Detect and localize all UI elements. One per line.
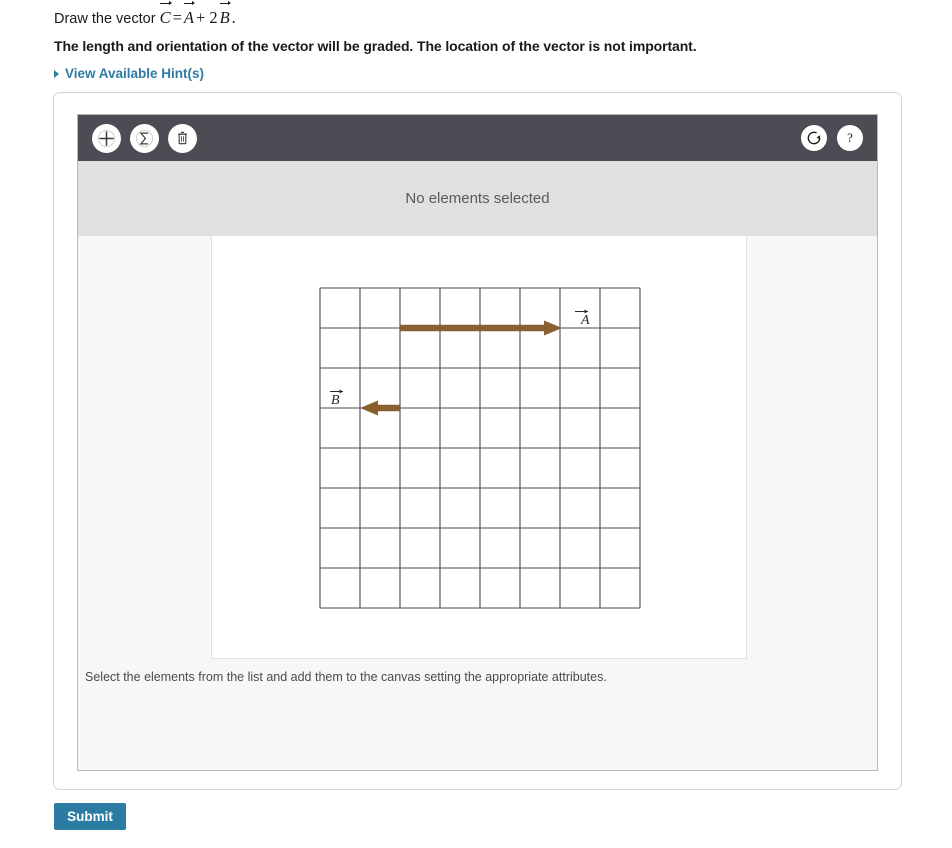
prompt-equation-line: Draw the vector C = A +2 B.: [54, 0, 914, 29]
help-button[interactable]: ?: [837, 125, 863, 151]
equation-plus: +: [196, 8, 206, 27]
help-icon: ?: [847, 131, 853, 145]
sigma-icon: [136, 129, 153, 147]
svg-text:?: ?: [847, 131, 853, 145]
delete-element-button[interactable]: [168, 123, 197, 153]
selection-status-bar: No elements selected: [78, 161, 877, 236]
chevron-right-icon: [54, 69, 59, 78]
reset-canvas-button[interactable]: [801, 125, 827, 151]
vector-grid[interactable]: A B: [318, 286, 642, 610]
prompt-prefix: Draw the vector: [54, 11, 156, 27]
sum-vectors-button[interactable]: [130, 123, 159, 153]
reset-icon: [807, 131, 821, 145]
equation-coefficient: 2: [209, 8, 218, 27]
add-element-button[interactable]: [92, 123, 121, 153]
vector-a-label: A: [580, 313, 590, 328]
vector-drawing-app: ? No elements selected A B Select the el…: [77, 114, 878, 771]
vector-b-label: B: [331, 393, 340, 408]
equation-equals: =: [172, 8, 182, 27]
trash-icon: [178, 131, 187, 144]
grading-note: The length and orientation of the vector…: [54, 38, 697, 54]
equation-term1: A: [183, 0, 196, 27]
grid-lines: [319, 287, 641, 609]
question-prompt: Draw the vector C = A +2 B.: [54, 0, 914, 29]
toolbar-right-group: ?: [801, 125, 863, 151]
equation-lhs: C: [159, 0, 172, 27]
selection-status-text: No elements selected: [405, 190, 550, 207]
plus-icon: [98, 129, 115, 147]
toolbar-left-group: [92, 123, 197, 153]
vector-b[interactable]: B: [330, 389, 400, 416]
equation-term2: B: [219, 0, 231, 27]
equation-period: .: [231, 8, 236, 27]
vector-a[interactable]: A: [400, 309, 590, 336]
submit-button[interactable]: Submit: [54, 803, 126, 830]
drawing-canvas[interactable]: A B: [212, 236, 746, 658]
canvas-toolbar: ?: [78, 115, 877, 161]
view-hints-link[interactable]: View Available Hint(s): [54, 66, 204, 81]
canvas-instructions: Select the elements from the list and ad…: [85, 670, 607, 684]
answer-panel: ? No elements selected A B Select the el…: [53, 92, 902, 790]
view-hints-label: View Available Hint(s): [65, 66, 205, 81]
equation: C = A +2 B.: [159, 0, 238, 27]
